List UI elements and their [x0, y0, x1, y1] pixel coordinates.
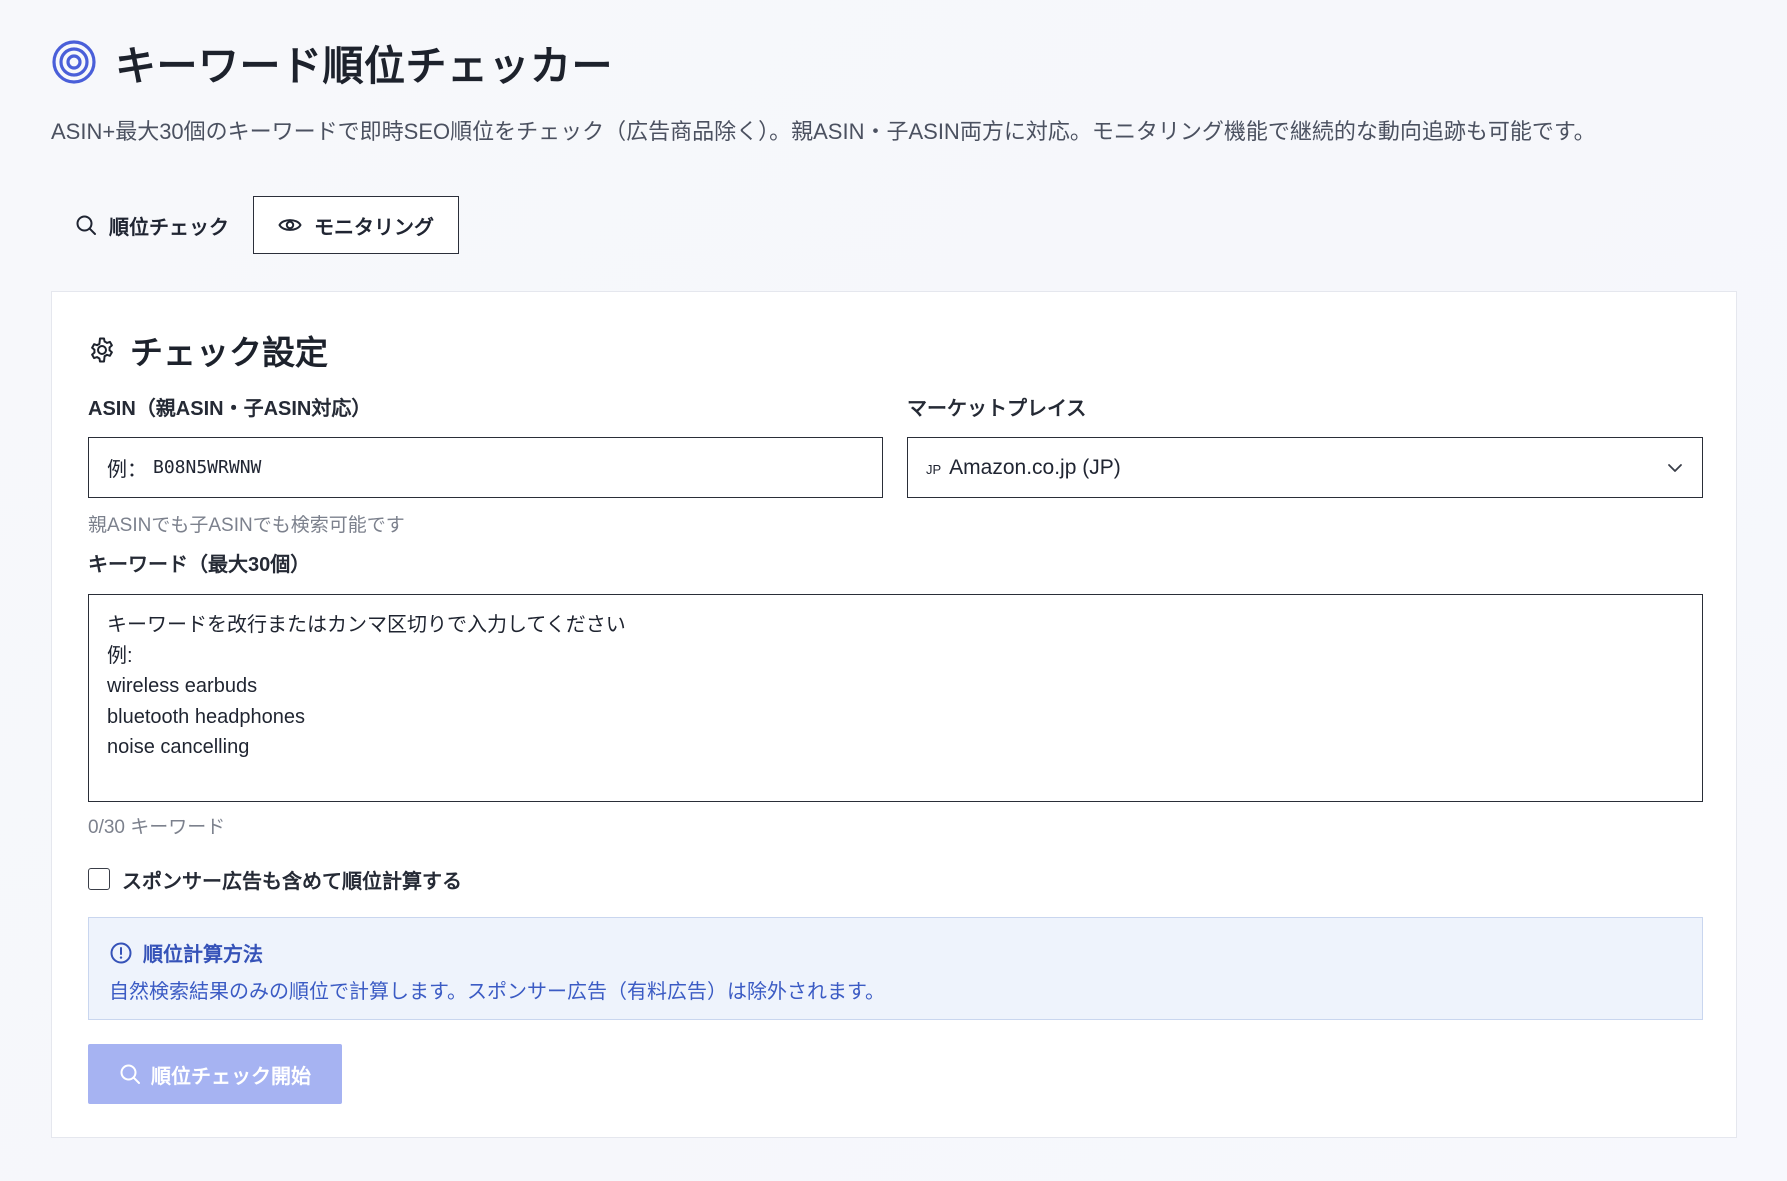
page-header: キーワード順位チェッカー — [51, 36, 613, 89]
target-icon — [52, 40, 96, 84]
keywords-placeholder-line: noise cancelling — [107, 736, 250, 758]
asin-helper-text: 親ASINでも子ASINでも検索可能です — [88, 515, 405, 536]
marketplace-label: マーケットプレイス — [907, 398, 1087, 420]
marketplace-selected: JP Amazon.co.jp (JP) — [926, 456, 1121, 480]
settings-title: チェック設定 — [130, 334, 328, 371]
include-sponsored-label: スポンサー広告も含めて順位計算する — [122, 870, 462, 893]
start-button-label: 順位チェック開始 — [151, 1065, 311, 1088]
start-rank-check-button[interactable]: 順位チェック開始 — [88, 1044, 342, 1104]
chevron-down-icon — [1668, 463, 1682, 472]
settings-card-title: チェック設定 — [88, 328, 328, 372]
tab-monitoring[interactable]: モニタリング — [253, 196, 459, 254]
keyword-count: 0/30 キーワード — [88, 817, 226, 838]
search-icon — [76, 215, 96, 235]
info-title-row: 順位計算方法 — [109, 938, 263, 967]
tab-bar: 順位チェック モニタリング — [51, 195, 459, 255]
keywords-placeholder-line: wireless earbuds — [107, 675, 258, 697]
asin-placeholder-prefix: 例： — [107, 459, 147, 481]
page-title: キーワード順位チェッカー — [115, 43, 613, 89]
rank-method-info: 順位計算方法 自然検索結果のみの順位で計算します。スポンサー広告（有料広告）は除… — [88, 917, 1703, 1020]
tab-rank-check[interactable]: 順位チェック — [51, 196, 253, 254]
search-icon — [120, 1064, 140, 1084]
asin-placeholder-value: B08N5WRWNW — [153, 457, 262, 478]
info-icon — [110, 942, 132, 963]
keywords-textarea[interactable]: キーワードを改行またはカンマ区切りで入力してください 例: wireless e… — [88, 594, 1703, 802]
keywords-placeholder-line: キーワードを改行またはカンマ区切りで入力してください — [107, 614, 626, 636]
keywords-placeholder-line: bluetooth headphones — [107, 705, 305, 728]
tab-rank-check-label: 順位チェック — [109, 216, 229, 239]
include-sponsored-checkbox[interactable] — [88, 868, 110, 890]
include-sponsored-option[interactable]: スポンサー広告も含めて順位計算する — [88, 864, 462, 894]
asin-label: ASIN（親ASIN・子ASIN対応） — [88, 398, 372, 420]
info-title: 順位計算方法 — [143, 944, 263, 966]
marketplace-select[interactable]: JP Amazon.co.jp (JP) — [907, 437, 1703, 498]
keywords-placeholder-line: 例: — [107, 644, 133, 667]
gear-icon — [91, 337, 113, 363]
keywords-label: キーワード（最大30個） — [88, 554, 311, 576]
settings-card: チェック設定 ASIN（親ASIN・子ASIN対応） マーケットプレイス 例： … — [51, 291, 1737, 1138]
info-text: 自然検索結果のみの順位で計算します。スポンサー広告（有料広告）は除外されます。 — [109, 981, 885, 1003]
tab-monitoring-label: モニタリング — [314, 216, 434, 239]
eye-icon — [278, 219, 302, 231]
page-subtitle: ASIN+最大30個のキーワードで即時SEO順位をチェック（広告商品除く）。親A… — [51, 119, 1596, 144]
jp-flag-icon: JP — [926, 461, 942, 477]
asin-input[interactable]: 例： B08N5WRWNW — [88, 437, 883, 498]
marketplace-selected-label: Amazon.co.jp (JP) — [949, 455, 1121, 479]
